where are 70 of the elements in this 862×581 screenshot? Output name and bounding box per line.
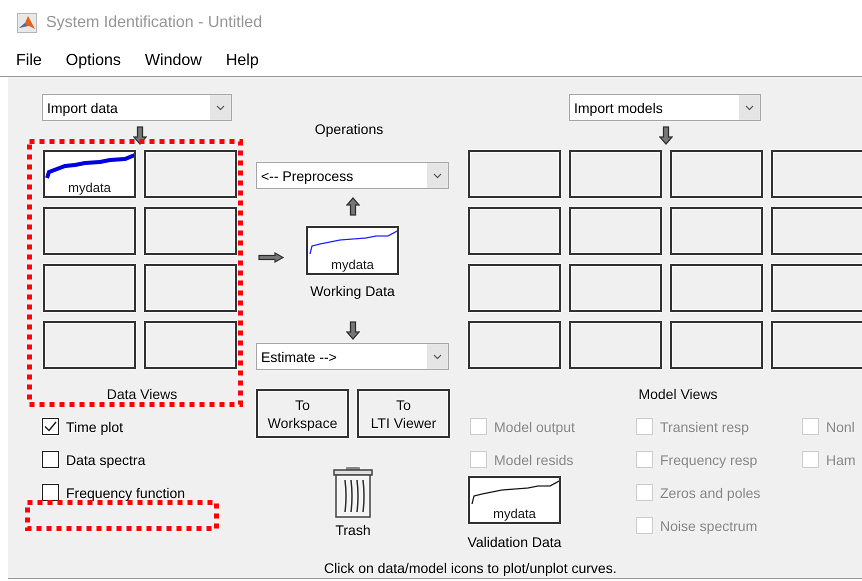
checkbox-label: Data spectra <box>66 452 146 468</box>
empty-tile[interactable] <box>144 321 237 369</box>
window-title: System Identification - Untitled <box>46 14 262 32</box>
empty-tile[interactable] <box>43 207 136 255</box>
empty-tile[interactable] <box>144 150 237 198</box>
checkbox-label: Nonl <box>826 418 855 434</box>
empty-tile[interactable] <box>569 207 662 255</box>
data-tile[interactable]: mydata <box>306 226 399 275</box>
empty-tile[interactable] <box>569 150 662 198</box>
empty-tile[interactable] <box>468 207 561 255</box>
empty-tile[interactable] <box>468 264 561 312</box>
empty-tile[interactable] <box>43 321 136 369</box>
checkbox-label: Time plot <box>66 418 124 434</box>
empty-tile[interactable] <box>144 264 237 312</box>
action-button[interactable]: To LTI Viewer <box>357 389 450 438</box>
empty-tile[interactable] <box>771 150 862 198</box>
chevron-icon <box>433 172 442 178</box>
menu-item[interactable]: File <box>16 52 42 70</box>
menu-item[interactable]: Options <box>66 52 121 70</box>
empty-tile[interactable] <box>670 150 763 198</box>
checkbox-label: Model output <box>494 418 575 434</box>
up-arrow-icon <box>346 197 360 216</box>
data-tile[interactable]: mydata <box>43 150 136 198</box>
empty-tile[interactable] <box>468 321 561 369</box>
tile-caption: Working Data <box>310 283 395 299</box>
checkbox-label: Transient resp <box>660 418 749 434</box>
down-arrow-icon <box>133 126 147 145</box>
dropdown[interactable]: Import data <box>42 94 232 121</box>
section-title: Operations <box>314 121 384 137</box>
empty-tile[interactable] <box>468 150 561 198</box>
right-arrow-icon <box>258 252 284 263</box>
chevron-icon <box>745 104 754 110</box>
dropdown[interactable]: Import models <box>569 94 761 121</box>
section-title: Data Views <box>106 386 178 402</box>
empty-tile[interactable] <box>670 321 763 369</box>
status-text: Click on data/model icons to plot/unplot curves. <box>323 560 618 578</box>
action-button[interactable]: To Workspace <box>256 389 349 438</box>
checkbox-label: Ham <box>826 452 856 468</box>
empty-tile[interactable] <box>569 264 662 312</box>
checkbox-label: Frequency resp <box>660 452 758 468</box>
down-arrow-icon <box>659 126 673 145</box>
down-arrow-icon <box>346 321 360 340</box>
empty-tile[interactable] <box>43 264 136 312</box>
empty-tile[interactable] <box>144 207 237 255</box>
empty-tile[interactable] <box>670 264 763 312</box>
trash-icon <box>333 466 373 518</box>
empty-tile[interactable] <box>670 207 763 255</box>
section-title: Model Views <box>637 386 719 402</box>
empty-tile[interactable] <box>569 321 662 369</box>
check-icon <box>44 421 57 432</box>
tile-caption: Validation Data <box>468 534 562 550</box>
chevron-icon <box>216 104 225 110</box>
menu-item[interactable]: Help <box>226 52 259 70</box>
checkbox-label: Zeros and poles <box>660 484 760 500</box>
empty-tile[interactable] <box>771 264 862 312</box>
chevron-icon <box>433 354 442 360</box>
dropdown[interactable]: Estimate --> <box>256 343 449 370</box>
app-icon <box>17 12 37 32</box>
checkbox[interactable] <box>42 418 59 435</box>
checkbox-label: Frequency function <box>66 484 186 500</box>
checkbox[interactable] <box>42 484 59 501</box>
checkbox-label: Noise spectrum <box>660 518 758 534</box>
empty-tile[interactable] <box>771 207 862 255</box>
checkbox-label: Model resids <box>494 452 574 468</box>
empty-tile[interactable] <box>771 321 862 369</box>
checkbox[interactable] <box>42 451 59 468</box>
trash-label: Trash <box>335 522 371 538</box>
menu-item[interactable]: Window <box>144 52 202 70</box>
dropdown[interactable]: <-- Preprocess <box>256 162 449 189</box>
data-tile[interactable]: mydata <box>468 476 561 524</box>
